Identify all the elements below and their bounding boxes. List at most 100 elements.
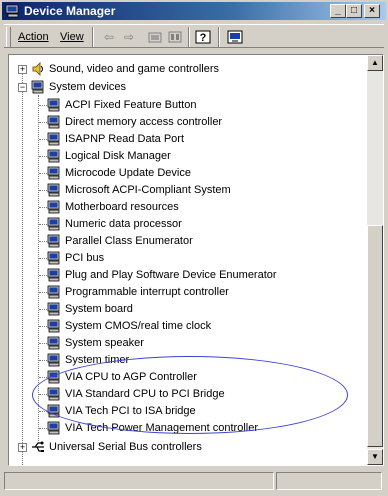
expand-button[interactable]: +: [18, 65, 27, 74]
tree-line: [39, 241, 47, 242]
tree-item-device[interactable]: ACPI Fixed Feature Button: [9, 96, 359, 114]
tree-line: [39, 258, 47, 259]
menu-view[interactable]: View: [60, 31, 84, 43]
toolbar-separator: [218, 27, 220, 47]
tree-item-sound[interactable]: + Sound, video and game controllers: [9, 60, 369, 78]
tree-item-device[interactable]: Parallel Class Enumerator: [9, 232, 359, 250]
toolbar-separator: [92, 27, 94, 47]
computer-icon: [47, 319, 60, 333]
computer-icon: [47, 268, 60, 282]
tree-label: Plug and Play Software Device Enumerator: [65, 269, 277, 281]
tree-item-device[interactable]: System speaker: [9, 334, 359, 352]
tree-label: System CMOS/real time clock: [65, 320, 212, 332]
tree-line: [39, 275, 47, 276]
tree-item-device[interactable]: VIA CPU to AGP Controller: [9, 368, 359, 386]
title-bar[interactable]: Device Manager _ □ ×: [2, 2, 386, 20]
tree-line: [39, 139, 47, 140]
forward-icon[interactable]: ⇨: [120, 29, 138, 45]
tree-item-device[interactable]: VIA Tech PCI to ISA bridge: [9, 402, 359, 420]
tree-line: [39, 224, 47, 225]
computer-icon: [47, 200, 60, 214]
tree-item-device[interactable]: Logical Disk Manager: [9, 147, 359, 165]
computer-icon: [47, 421, 60, 435]
computer-icon: [47, 98, 60, 112]
computer-icon: [47, 302, 60, 316]
speaker-icon: [32, 62, 43, 76]
tree-line: [39, 360, 47, 361]
computer-icon: [31, 80, 44, 94]
tree-label: System speaker: [65, 337, 144, 349]
status-bar: [4, 470, 384, 492]
tree-label: System timer: [65, 354, 130, 366]
tree-line: [39, 207, 47, 208]
tree-item-device[interactable]: Numeric data processor: [9, 215, 359, 233]
tree-item-device[interactable]: VIA Standard CPU to PCI Bridge: [9, 385, 359, 403]
tree-line: [39, 428, 47, 429]
toolbar-grip[interactable]: [6, 27, 11, 47]
collapse-button[interactable]: −: [18, 83, 27, 92]
tree-item-device[interactable]: System board: [9, 300, 359, 318]
tree-item-usb[interactable]: + Universal Serial Bus controllers: [9, 438, 369, 456]
close-button[interactable]: ×: [364, 4, 380, 18]
refresh-icon[interactable]: [226, 29, 244, 45]
vertical-scrollbar[interactable]: ▲ ▼: [367, 55, 383, 465]
tree-label: System board: [65, 303, 133, 315]
computer-icon: [47, 149, 60, 163]
tree-item-device[interactable]: PCI bus: [9, 249, 359, 267]
tree-label: ACPI Fixed Feature Button: [65, 99, 197, 111]
computer-icon: [47, 166, 60, 180]
menu-action[interactable]: Action: [18, 31, 49, 43]
scroll-up-button[interactable]: ▲: [367, 55, 383, 71]
menu-action-label: Action: [18, 31, 49, 43]
tree-item-device[interactable]: System timer: [9, 351, 359, 369]
tree-label: VIA Tech PCI to ISA bridge: [65, 405, 196, 417]
tree-label: VIA Tech Power Management controller: [65, 422, 259, 434]
up-folder-icon[interactable]: [146, 29, 164, 45]
tree-line: [39, 105, 47, 106]
tree-label: Direct memory access controller: [65, 116, 223, 128]
help-icon[interactable]: ?: [194, 29, 212, 45]
tree-item-device[interactable]: Plug and Play Software Device Enumerator: [9, 266, 359, 284]
scroll-down-button[interactable]: ▼: [367, 449, 383, 465]
tree-item-device[interactable]: ISAPNP Read Data Port: [9, 130, 359, 148]
computer-icon: [47, 183, 60, 197]
tree-line: [39, 411, 47, 412]
back-icon[interactable]: ⇦: [100, 29, 118, 45]
computer-icon: [47, 285, 60, 299]
device-tree[interactable]: + Sound, video and game controllers − Sy…: [8, 54, 384, 466]
tree-line: [39, 190, 47, 191]
computer-icon: [47, 217, 60, 231]
tree-item-device[interactable]: VIA Tech Power Management controller: [9, 419, 359, 437]
tree-label: Universal Serial Bus controllers: [49, 441, 202, 453]
tree-label: Sound, video and game controllers: [49, 63, 219, 75]
tree-label: Microsoft ACPI-Compliant System: [65, 184, 231, 196]
status-panel: [4, 472, 274, 490]
computer-icon: [47, 387, 60, 401]
properties-icon[interactable]: [166, 29, 184, 45]
computer-icon: [47, 132, 60, 146]
tree-line: [39, 343, 47, 344]
tree-line: [39, 309, 47, 310]
tree-label: VIA CPU to AGP Controller: [65, 371, 197, 383]
tree-item-device[interactable]: Microcode Update Device: [9, 164, 359, 182]
status-panel: [276, 472, 382, 490]
tree-label: Logical Disk Manager: [65, 150, 171, 162]
tree-item-device[interactable]: Direct memory access controller: [9, 113, 359, 131]
tree-line: [39, 377, 47, 378]
tree-item-system-devices[interactable]: − System devices: [9, 78, 369, 96]
scroll-thumb[interactable]: [367, 225, 383, 447]
tree-label: VIA Standard CPU to PCI Bridge: [65, 388, 225, 400]
device-manager-window: Device Manager _ □ × Action View ⇦ ⇨ ? +: [0, 0, 388, 496]
maximize-button[interactable]: □: [346, 4, 362, 18]
computer-icon: [47, 336, 60, 350]
tree-label: Motherboard resources: [65, 201, 179, 213]
expand-button[interactable]: +: [18, 443, 27, 452]
computer-icon: [47, 370, 60, 384]
tree-label: System devices: [49, 81, 127, 93]
computer-icon: [47, 234, 60, 248]
tree-item-device[interactable]: Motherboard resources: [9, 198, 359, 216]
tree-item-device[interactable]: System CMOS/real time clock: [9, 317, 359, 335]
tree-item-device[interactable]: Microsoft ACPI-Compliant System: [9, 181, 359, 199]
tree-item-device[interactable]: Programmable interrupt controller: [9, 283, 359, 301]
minimize-button[interactable]: _: [330, 4, 346, 18]
